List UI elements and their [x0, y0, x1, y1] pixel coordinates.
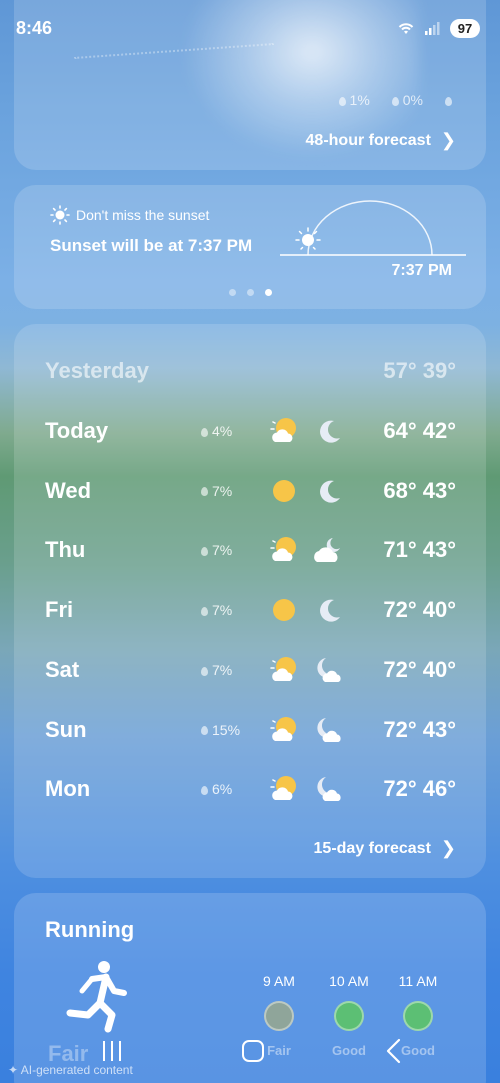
- raindrop-icon: [201, 785, 208, 795]
- partly-sunny-icon: [270, 418, 296, 442]
- signal-icon: [425, 22, 440, 35]
- running-title: Running: [45, 917, 135, 942]
- forecast-row[interactable]: Mon 6% 72° 46°: [14, 769, 486, 809]
- moon-icon: [320, 599, 340, 622]
- cloudy-night-icon: [314, 538, 340, 563]
- day-temps: 72° 46°: [383, 776, 456, 802]
- day-name: Thu: [45, 537, 86, 563]
- page-dot-active[interactable]: [264, 289, 272, 296]
- raindrop-icon: [338, 96, 346, 106]
- raindrop-icon: [201, 606, 208, 616]
- day-precip: 7%: [201, 542, 232, 558]
- day-temps: 71° 43°: [383, 537, 456, 563]
- forecast-row[interactable]: Sat 7% 72° 40°: [14, 650, 486, 690]
- day-temps: 64° 42°: [383, 418, 456, 443]
- partly-sunny-icon: [270, 656, 296, 681]
- sunset-kicker: Don't miss the sunset: [50, 205, 209, 225]
- moon-icon: [320, 480, 340, 503]
- sunset-kicker-text: Don't miss the sunset: [76, 207, 210, 223]
- raindrop-icon: [201, 666, 208, 676]
- home-icon[interactable]: [242, 1040, 264, 1062]
- partly-sunny-icon: [270, 776, 296, 801]
- raindrop-icon: [445, 96, 452, 106]
- day-name: Fri: [45, 597, 74, 623]
- day-precip: 7%: [201, 483, 232, 499]
- system-nav-bar: ✦ AI-generated content: [0, 1023, 500, 1083]
- chevron-right-icon: ❯: [440, 130, 456, 150]
- day-name: Mon: [45, 776, 91, 802]
- day-temps: 68° 43°: [383, 477, 456, 503]
- chevron-right-icon: ❯: [440, 838, 456, 858]
- forecast-row[interactable]: Sun 15% 72° 43°: [14, 710, 486, 750]
- raindrop-icon: [201, 487, 208, 497]
- status-time: 8:46: [16, 17, 53, 38]
- partly-cloudy-night-icon: [317, 657, 341, 682]
- raindrop-icon: [201, 547, 208, 557]
- back-icon[interactable]: [384, 1037, 402, 1065]
- status-bar: 8:46 97: [0, 0, 500, 56]
- forecast-row[interactable]: Fri 7% 72° 40°: [14, 590, 486, 630]
- running-slot-time: 9 AM: [263, 973, 295, 989]
- day-precip: 7%: [201, 602, 232, 618]
- sunset-title: Sunset will be at 7:37 PM: [50, 236, 253, 255]
- page-indicator[interactable]: [14, 289, 486, 296]
- sun-position-icon: [295, 227, 321, 250]
- sun-icon: [273, 479, 295, 502]
- running-slot-time: 11 AM: [398, 973, 438, 989]
- moon-icon: [320, 420, 340, 443]
- day-name: Sun: [45, 716, 87, 742]
- forecast-row-yesterday[interactable]: Yesterday 57° 39°: [14, 351, 486, 391]
- wifi-icon: [398, 23, 414, 34]
- forecast-row[interactable]: Thu 7% 71° 43°: [14, 530, 486, 570]
- sunset-card[interactable]: Don't miss the sunset Sunset will be at …: [14, 185, 486, 309]
- partly-sunny-icon: [270, 537, 296, 562]
- day-name: Yesterday: [45, 358, 149, 383]
- day-temps: 72° 40°: [383, 656, 456, 682]
- raindrop-icon: [201, 726, 208, 736]
- raindrop-icon: [391, 96, 399, 106]
- day-precip: 4%: [201, 423, 232, 439]
- day-temps: 57° 39°: [383, 358, 456, 383]
- 48-hour-forecast-link[interactable]: 48-hour forecast ❯: [306, 130, 456, 151]
- hourly-precip-row: 1% 0%: [338, 92, 456, 108]
- runner-icon: [66, 961, 127, 1033]
- sun-arc-chart: [280, 200, 466, 256]
- sunset-time: 7:37 PM: [391, 262, 452, 279]
- forecast-row[interactable]: Wed 7% 68° 43°: [14, 471, 486, 511]
- hourly-precip: 0%: [391, 92, 423, 108]
- status-icons: 97: [396, 18, 480, 38]
- day-precip: 6%: [201, 781, 232, 797]
- sun-icon: [50, 205, 70, 225]
- partly-sunny-icon: [270, 716, 296, 741]
- page-dot[interactable]: [228, 289, 236, 296]
- battery-indicator: 97: [450, 18, 480, 38]
- 15-day-forecast-label: 15-day forecast: [313, 839, 431, 857]
- hourly-precip: [445, 92, 456, 108]
- day-temps: 72° 43°: [383, 716, 456, 742]
- sun-icon: [273, 599, 295, 622]
- day-name: Wed: [45, 477, 92, 503]
- day-temps: 72° 40°: [383, 597, 456, 623]
- 48-hour-forecast-label: 48-hour forecast: [305, 131, 431, 149]
- 15-day-forecast-link[interactable]: 15-day forecast ❯: [314, 838, 456, 859]
- recents-icon[interactable]: [103, 1041, 121, 1061]
- raindrop-icon: [201, 427, 208, 437]
- ai-generated-note: ✦ AI-generated content: [8, 1063, 133, 1077]
- day-name: Sat: [45, 656, 80, 682]
- partly-cloudy-night-icon: [317, 717, 341, 742]
- running-slot-time: 10 AM: [329, 973, 369, 989]
- day-precip: 15%: [201, 722, 240, 738]
- forecast-row[interactable]: Today 4% 64° 42°: [14, 411, 486, 451]
- sparkle-icon: ✦: [8, 1063, 21, 1077]
- day-precip: 7%: [201, 662, 232, 678]
- page-dot[interactable]: [246, 289, 254, 296]
- day-name: Today: [45, 418, 109, 443]
- partly-cloudy-night-icon: [317, 777, 341, 802]
- hourly-precip: 1%: [338, 92, 370, 108]
- daily-forecast-card: Yesterday 57° 39° Today 4% 64° 42° Wed 7% 68°…: [14, 324, 486, 878]
